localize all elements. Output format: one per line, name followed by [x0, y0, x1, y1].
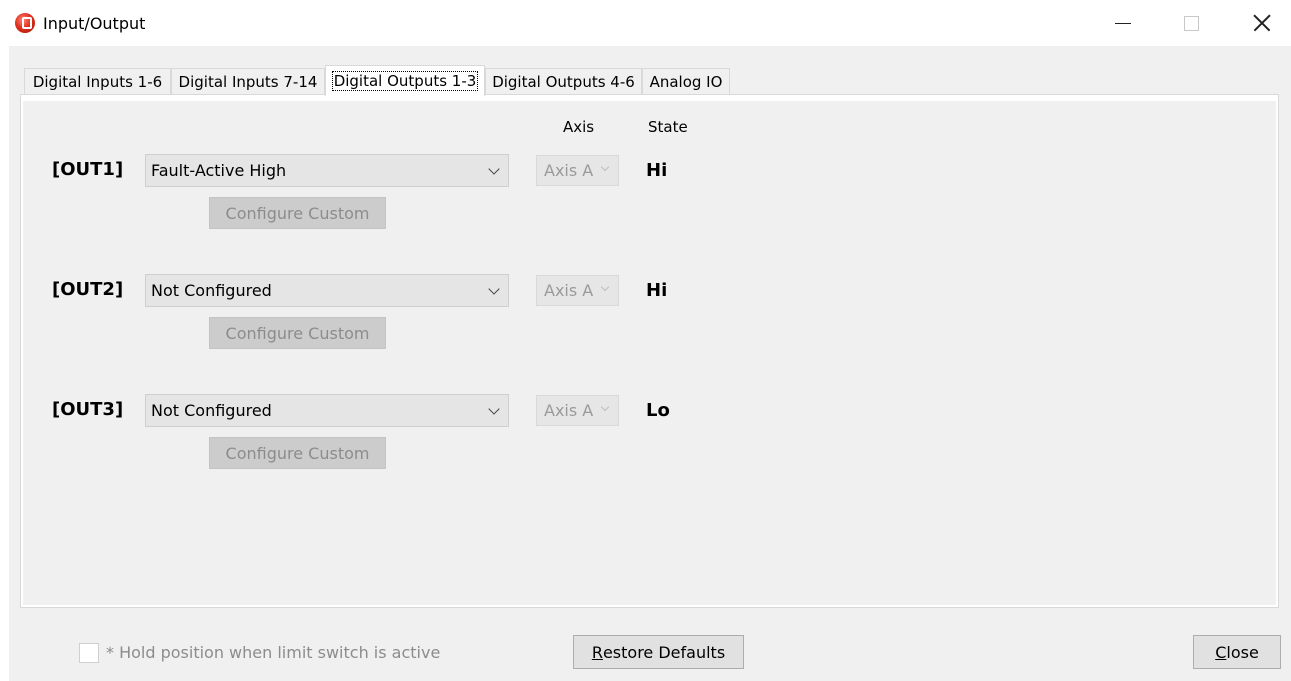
state-column-header: State — [648, 118, 688, 136]
window-close-button[interactable] — [1239, 0, 1285, 46]
out3-axis-select: Axis A — [536, 395, 619, 426]
tab-analog-io[interactable]: Analog IO — [642, 68, 730, 95]
out2-function-select[interactable]: Not Configured — [145, 274, 509, 307]
tab-digital-inputs-7-14[interactable]: Digital Inputs 7-14 — [171, 68, 325, 95]
out1-axis-select: Axis A — [536, 155, 619, 186]
maximize-button[interactable] — [1168, 0, 1214, 46]
out1-label: [OUT1] — [52, 159, 124, 180]
out2-configure-custom-button: Configure Custom — [209, 317, 386, 349]
chevron-down-icon — [600, 402, 610, 412]
restore-defaults-button[interactable]: Restore Defaults — [573, 635, 744, 669]
chevron-down-icon — [488, 283, 500, 295]
title-bar: Input/Output — [0, 0, 1291, 46]
minimize-button[interactable] — [1100, 0, 1146, 46]
app-logo-icon — [15, 13, 35, 33]
out3-label: [OUT3] — [52, 399, 124, 420]
chevron-down-icon — [488, 403, 500, 415]
out1-configure-custom-button: Configure Custom — [209, 197, 386, 229]
out3-state: Lo — [646, 400, 670, 421]
out3-configure-custom-button: Configure Custom — [209, 437, 386, 469]
out2-state: Hi — [646, 280, 668, 301]
chevron-down-icon — [600, 282, 610, 292]
close-button[interactable]: Close — [1193, 635, 1281, 669]
out2-axis-select: Axis A — [536, 275, 619, 306]
hold-position-checkbox[interactable] — [79, 643, 99, 663]
tab-digital-inputs-1-6[interactable]: Digital Inputs 1-6 — [24, 68, 171, 95]
out1-state: Hi — [646, 160, 668, 181]
chevron-down-icon — [600, 162, 610, 172]
chevron-down-icon — [488, 163, 500, 175]
hold-position-label: * Hold position when limit switch is act… — [106, 643, 441, 662]
tab-digital-outputs-4-6[interactable]: Digital Outputs 4-6 — [485, 68, 642, 95]
window-title: Input/Output — [43, 14, 146, 33]
out1-function-select[interactable]: Fault-Active High — [145, 154, 509, 187]
out2-label: [OUT2] — [52, 279, 124, 300]
out3-function-select[interactable]: Not Configured — [145, 394, 509, 427]
axis-column-header: Axis — [563, 118, 595, 136]
tab-digital-outputs-1-3[interactable]: Digital Outputs 1-3 — [325, 65, 485, 96]
close-icon — [1253, 14, 1271, 32]
